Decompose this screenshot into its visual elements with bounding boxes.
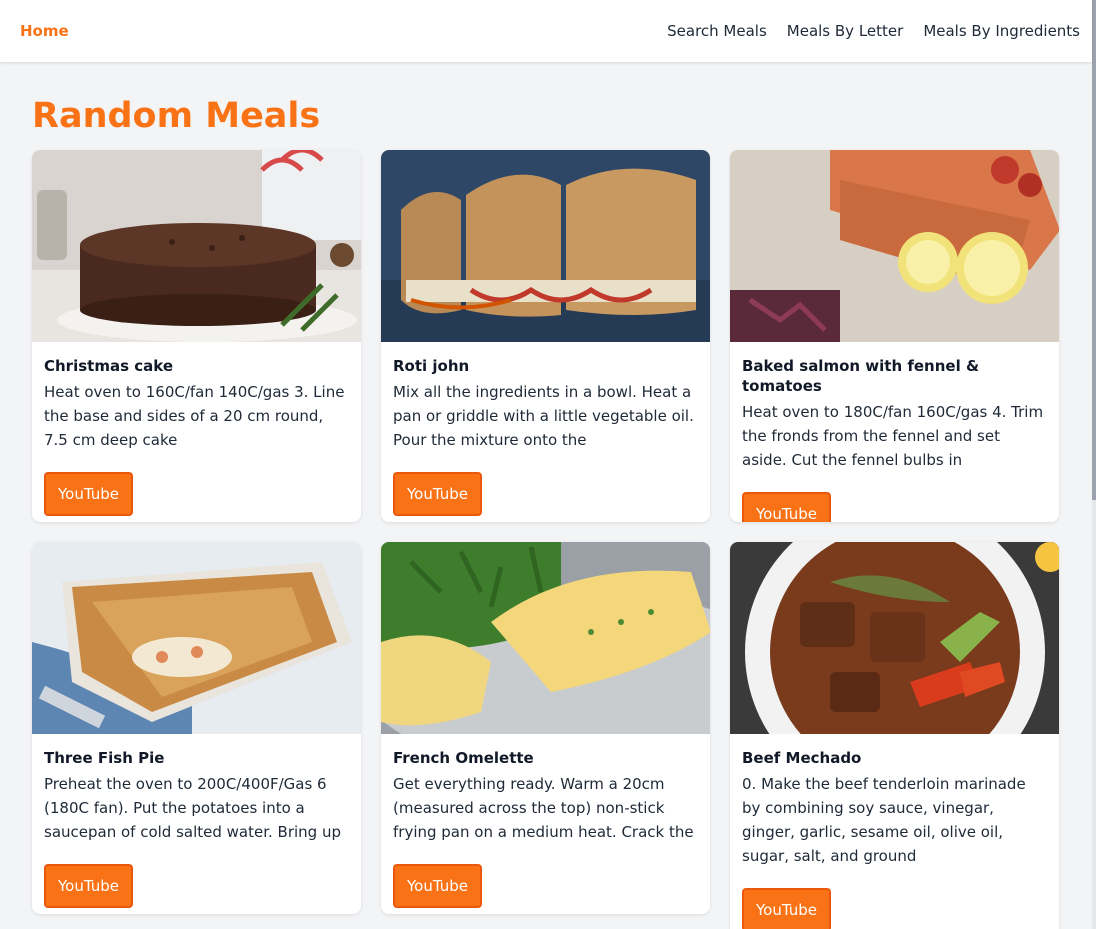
- meal-image-roti-john: [381, 150, 710, 342]
- meal-card-body: French Omelette Get everything ready. Wa…: [381, 734, 710, 914]
- meal-description: 0. Make the beef tenderloin marinade by …: [742, 775, 1026, 865]
- youtube-button[interactable]: YouTube: [44, 864, 133, 908]
- meal-title: Christmas cake: [44, 357, 173, 375]
- meal-description: Heat oven to 180C/fan 160C/gas 4. Trim t…: [742, 403, 1044, 469]
- nav-link-search-meals[interactable]: Search Meals: [667, 22, 767, 40]
- meal-card-body: Christmas cake Heat oven to 160C/fan 140…: [32, 342, 361, 522]
- meal-card: French Omelette Get everything ready. Wa…: [381, 542, 710, 914]
- youtube-button[interactable]: YouTube: [393, 864, 482, 908]
- nav-link-meals-by-ingredients[interactable]: Meals By Ingredients: [923, 22, 1080, 40]
- top-navbar: Home Search Meals Meals By Letter Meals …: [0, 0, 1092, 62]
- meal-description: Get everything ready. Warm a 20cm (measu…: [393, 775, 694, 841]
- meal-card-body: Roti john Mix all the ingredients in a b…: [381, 342, 710, 522]
- meal-title: Three Fish Pie: [44, 749, 165, 767]
- meal-image-baked-salmon: [730, 150, 1059, 342]
- meal-title: Beef Mechado: [742, 749, 862, 767]
- meal-image-three-fish-pie: [32, 542, 361, 734]
- scrollbar-thumb[interactable]: [1092, 0, 1096, 500]
- nav-link-meals-by-letter[interactable]: Meals By Letter: [787, 22, 904, 40]
- meal-card-body: Three Fish Pie Preheat the oven to 200C/…: [32, 734, 361, 914]
- meal-title: Roti john: [393, 357, 470, 375]
- meals-grid: Christmas cake Heat oven to 160C/fan 140…: [32, 150, 1060, 929]
- meal-description: Mix all the ingredients in a bowl. Heat …: [393, 383, 694, 449]
- nav-links: Search Meals Meals By Letter Meals By In…: [667, 22, 1080, 40]
- meal-card-body: Baked salmon with fennel & tomatoes Heat…: [730, 342, 1059, 522]
- meal-card: Three Fish Pie Preheat the oven to 200C/…: [32, 542, 361, 914]
- meal-card-body: Beef Mechado 0. Make the beef tenderloin…: [730, 734, 1059, 929]
- meal-card: Beef Mechado 0. Make the beef tenderloin…: [730, 542, 1059, 929]
- youtube-button[interactable]: YouTube: [742, 492, 831, 522]
- meal-image-french-omelette: [381, 542, 710, 734]
- meal-card: Baked salmon with fennel & tomatoes Heat…: [730, 150, 1059, 522]
- nav-home-link[interactable]: Home: [20, 22, 69, 40]
- meal-card: Roti john Mix all the ingredients in a b…: [381, 150, 710, 522]
- meal-card: Christmas cake Heat oven to 160C/fan 140…: [32, 150, 361, 522]
- meal-image-beef-mechado: [730, 542, 1059, 734]
- meal-title: Baked salmon with fennel & tomatoes: [742, 357, 980, 395]
- meal-description: Preheat the oven to 200C/400F/Gas 6 (180…: [44, 775, 342, 841]
- meal-title: French Omelette: [393, 749, 534, 767]
- youtube-button[interactable]: YouTube: [742, 888, 831, 929]
- youtube-button[interactable]: YouTube: [393, 472, 482, 516]
- youtube-button[interactable]: YouTube: [44, 472, 133, 516]
- meal-image-christmas-cake: [32, 150, 361, 342]
- page-title: Random Meals: [32, 96, 321, 136]
- meal-description: Heat oven to 160C/fan 140C/gas 3. Line t…: [44, 383, 345, 449]
